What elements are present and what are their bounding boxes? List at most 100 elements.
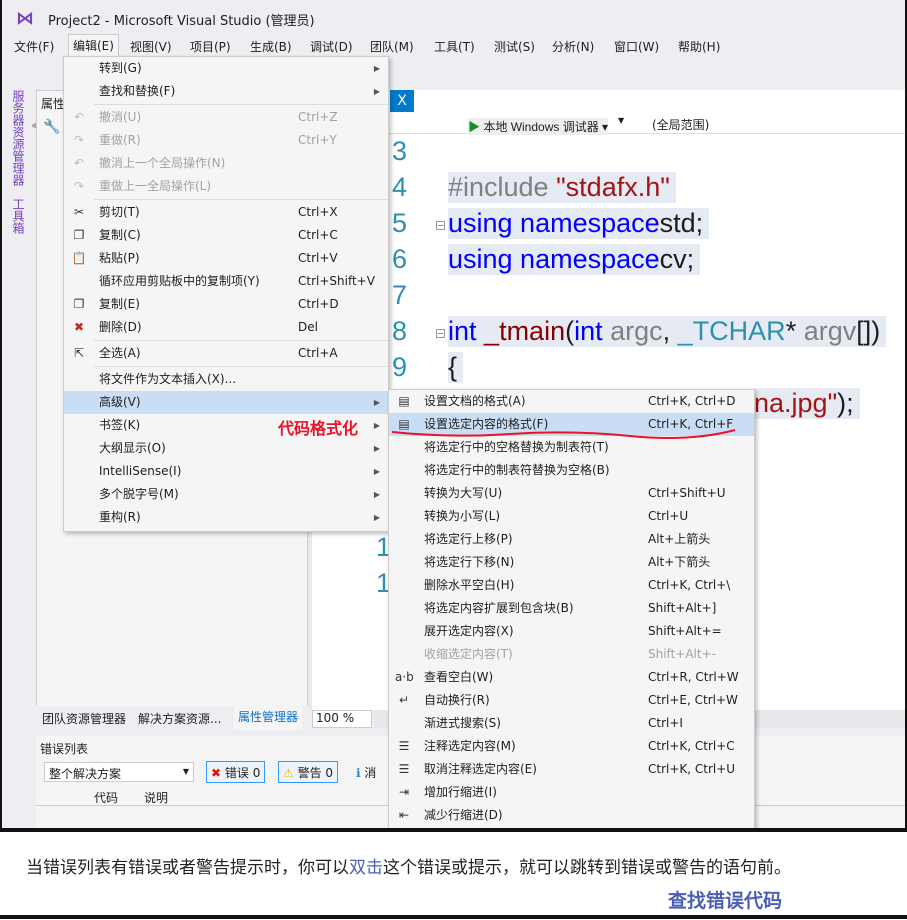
tab-team-explorer[interactable]: 团队资源管理器 [42,710,126,727]
edit-menu-item-shortcut: Ctrl+Y [298,133,337,147]
code-token: , [662,316,678,346]
server-explorer-tab[interactable]: 服务器资源管理器 [10,90,27,186]
warnings-filter-button[interactable]: ⚠ 警告 0 [278,761,339,783]
zoom-dropdown[interactable]: 100 % [312,710,372,728]
code-line[interactable]: na.jpg"); [754,388,860,419]
advanced-menu-item[interactable]: ▤ 设置文档的格式(A) Ctrl+K, Ctrl+D [389,390,754,413]
messages-filter-button[interactable]: ℹ 消 [356,764,376,781]
edit-menu-item-label: 粘贴(P) [99,251,140,265]
code-line[interactable]: using namespacestd; [448,208,710,239]
edit-menu-item-shortcut: Ctrl+A [298,346,338,360]
edit-menu-item-shortcut: Ctrl+V [298,251,338,265]
edit-menu-item[interactable]: ❐ 复制(C) Ctrl+C [64,224,388,247]
advanced-menu-item-label: 设置文档的格式(A) [424,394,526,408]
edit-menu-item-shortcut: Del [298,320,318,334]
advanced-menu-item-shortcut: Shift+Alt+] [648,601,717,615]
run-debugger-button[interactable]: ▶ 本地 Windows 调试器 ▾ [468,118,609,135]
chevron-down-icon[interactable]: ▼ [618,116,624,125]
menu-0[interactable]: 文件(F) [10,36,58,57]
advanced-menu-item-label: 转换为小写(L) [424,509,501,523]
edit-menu-item[interactable]: IntelliSense(I) ▶ [64,460,388,483]
edit-menu-item[interactable]: 多个脱字号(M) ▶ [64,483,388,506]
edit-menu-item[interactable]: 查找和替换(F) ▶ [64,80,388,103]
tab-solution-explorer[interactable]: 解决方案资源... [138,710,221,727]
edit-menu-item[interactable]: ↶ 撤消(U) Ctrl+Z [64,106,388,129]
tab-property-manager[interactable]: 属性管理器 [234,706,303,730]
run-label: 本地 Windows 调试器 [483,120,599,134]
advanced-menu-item-label: 收缩选定内容(T) [424,647,513,661]
advanced-menu-item[interactable]: 将选定内容扩展到包含块(B) Shift+Alt+] [389,597,754,620]
advanced-menu-item[interactable]: 删除水平空白(H) Ctrl+K, Ctrl+\ [389,574,754,597]
advanced-menu-item[interactable]: ⇥ 增加行缩进(I) [389,781,754,804]
wrench-icon[interactable]: 🔧 [43,119,60,135]
edit-menu-item-label: IntelliSense(I) [99,464,182,478]
code-line[interactable]: int _tmain(int argc, _TCHAR* argv[]) [448,316,887,347]
edit-menu-item[interactable]: ⇱ 全选(A) Ctrl+A [64,342,388,365]
menu-6[interactable]: 团队(M) [366,36,418,57]
edit-menu-item[interactable]: ↷ 重做(R) Ctrl+Y [64,129,388,152]
advanced-menu-item[interactable]: 转换为大写(U) Ctrl+Shift+U [389,482,754,505]
advanced-menu-item[interactable]: 将选定行下移(N) Alt+下箭头 [389,551,754,574]
edit-menu-item-shortcut: Ctrl+Shift+V [298,274,375,288]
code-line[interactable]: #include "stdafx.h" [448,172,676,203]
advanced-menu-item[interactable]: ☰ 注释选定内容(M) Ctrl+K, Ctrl+C [389,735,754,758]
line-number: 3 [392,136,408,166]
edit-menu-item[interactable]: ↷ 重做上一全局操作(L) [64,175,388,198]
error-scope-dropdown[interactable]: 整个解决方案 ▼ [44,762,194,782]
menu-2[interactable]: 视图(V) [126,36,176,57]
menu-11[interactable]: 帮助(H) [674,36,724,57]
advanced-menu-item[interactable]: 转换为小写(L) Ctrl+U [389,505,754,528]
edit-menu-item-label: 转到(G) [99,61,142,75]
duplicate-icon: ❐ [73,297,85,311]
edit-menu-item[interactable]: 📋 粘贴(P) Ctrl+V [64,247,388,270]
edit-menu-item[interactable]: 重构(R) ▶ [64,506,388,529]
line-number: 9 [392,352,408,382]
menu-4[interactable]: 生成(B) [246,36,296,57]
advanced-menu-item[interactable]: 收缩选定内容(T) Shift+Alt+- [389,643,754,666]
advanced-menu-item[interactable]: 将选定行上移(P) Alt+上箭头 [389,528,754,551]
left-tool-tabs: 服务器资源管理器 工具箱 [2,86,32,736]
edit-menu-item[interactable]: 大纲显示(O) ▶ [64,437,388,460]
edit-menu-item[interactable]: ↶ 撤消上一个全局操作(N) [64,152,388,175]
edit-menu-item[interactable]: 将文件作为文本插入(X)... [64,368,388,391]
advanced-menu-item[interactable]: a·b 查看空白(W) Ctrl+R, Ctrl+W [389,666,754,689]
edit-menu-item[interactable]: ❐ 复制(E) Ctrl+D [64,293,388,316]
visual-studio-window: ⋈ Project2 - Microsoft Visual Studio (管理… [0,0,907,832]
advanced-menu-item-shortcut: Shift+Alt+- [648,647,716,661]
toolbox-tab[interactable]: 工具箱 [10,198,27,234]
menu-5[interactable]: 调试(D) [306,36,357,57]
edit-menu-item[interactable]: 高级(V) ▶ [64,391,388,414]
menu-10[interactable]: 窗口(W) [610,36,663,57]
collapse-icon[interactable]: − [436,329,445,338]
code-line[interactable]: { [448,352,464,383]
info-icon: ℹ [356,766,361,780]
copy-icon: ❐ [73,228,85,242]
close-tab-button[interactable]: X [390,90,414,112]
line-number: 5 [392,208,408,238]
errors-filter-button[interactable]: ✖ 错误 0 [206,761,266,783]
menu-7[interactable]: 工具(T) [430,36,479,57]
edit-menu-item[interactable]: 循环应用剪贴板中的复制项(Y) Ctrl+Shift+V [64,270,388,293]
code-line[interactable]: using namespacecv; [448,244,701,275]
advanced-menu-item[interactable]: 展开选定内容(X) Shift+Alt+= [389,620,754,643]
edit-menu-item[interactable]: 转到(G) ▶ [64,57,388,80]
advanced-menu-item[interactable]: ↵ 自动换行(R) Ctrl+E, Ctrl+W [389,689,754,712]
caption-highlight: 双击 [349,858,383,878]
menu-1[interactable]: 编辑(E) [68,34,119,58]
comment-icon: ☰ [398,739,410,753]
column-code[interactable]: 代码 [94,789,118,806]
code-token: na.jpg" [754,388,838,418]
edit-menu-item[interactable]: ✖ 删除(D) Del [64,316,388,339]
edit-menu-item[interactable]: ✂ 剪切(T) Ctrl+X [64,201,388,224]
menu-9[interactable]: 分析(N) [548,36,598,57]
advanced-menu-item-label: 转换为大写(U) [424,486,503,500]
collapse-icon[interactable]: − [436,221,445,230]
scope-dropdown[interactable]: (全局范围) [652,116,709,133]
advanced-menu-item[interactable]: ⇤ 减少行缩进(D) [389,804,754,827]
advanced-menu-item[interactable]: 渐进式搜索(S) Ctrl+I [389,712,754,735]
column-description[interactable]: 说明 [144,789,168,806]
advanced-menu-item[interactable]: ☰ 取消注释选定内容(E) Ctrl+K, Ctrl+U [389,758,754,781]
menu-8[interactable]: 测试(S) [490,36,539,57]
menu-3[interactable]: 项目(P) [186,36,235,57]
advanced-menu-item[interactable]: 将选定行中的制表符替换为空格(B) [389,459,754,482]
